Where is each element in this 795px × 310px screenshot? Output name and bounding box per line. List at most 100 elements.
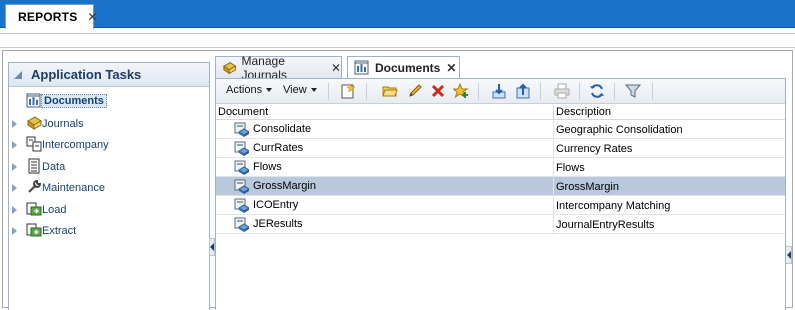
reports-tab-close-icon[interactable]: ✕ [87,10,97,24]
tree-item-journals[interactable]: Journals [9,113,209,135]
documents-icon [26,93,41,108]
close-tab-icon[interactable]: ✕ [446,61,456,75]
expand-arrow-icon[interactable] [12,162,17,171]
document-cell: GrossMargin [216,177,554,195]
chevron-down-icon [310,88,317,92]
tree-item-label: Journals [42,117,84,130]
document-cell: CurrRates [216,139,554,157]
toolbar-separator [579,83,580,100]
tree-item-load[interactable]: Load [9,199,209,221]
description-cell: Geographic Consolidation [556,124,683,136]
filter-icon[interactable] [625,83,641,99]
document-name: CurrRates [253,142,304,154]
document-cell: JEResults [216,215,554,233]
tree-item-label: Load [42,203,67,216]
application-tasks-header[interactable]: Application Tasks [9,63,209,87]
delete-icon[interactable] [430,83,446,99]
toolbar-separator [614,83,615,100]
toolbar-separator [478,83,479,100]
upload-icon[interactable] [515,83,531,99]
new-document-icon[interactable] [340,83,356,99]
tree-item-label: Extract [42,225,77,237]
toolbar-separator [652,83,653,100]
description-cell: GrossMargin [556,181,619,193]
document-cell: ICOEntry [216,196,554,214]
table-row[interactable]: Consolidate Geographic Consolidation [216,120,785,139]
tree-item-maintenance[interactable]: Maintenance [9,177,209,199]
tree-item-documents[interactable]: Documents [9,91,209,113]
report-document-icon [234,122,249,137]
toolbar-separator [328,83,329,100]
app-header-bar [0,0,795,28]
tab-label: Documents [375,61,441,75]
report-document-icon [234,160,249,175]
document-cell: Flows [216,158,554,176]
journals-icon [222,61,237,74]
documents-grid: Document Description Consolidate Geograp… [216,105,785,234]
table-row-selected[interactable]: GrossMargin GrossMargin [216,177,785,196]
description-cell: JournalEntryResults [556,219,655,231]
tree-item-label: Data [42,160,66,173]
expand-arrow-icon[interactable] [12,141,17,149]
intercompany-icon [26,136,42,152]
document-name: GrossMargin [253,180,316,192]
description-cell: Currency Rates [556,143,633,155]
description-cell: Flows [556,162,585,174]
table-row[interactable]: ICOEntry Intercompany Matching [216,196,785,215]
description-cell: Intercompany Matching [556,200,671,212]
actions-label: Actions [226,84,263,96]
grid-header: Document Description [216,105,785,120]
extract-icon [26,223,42,237]
wrench-icon [28,179,42,193]
collapse-panel-icon[interactable] [14,70,22,79]
table-row[interactable]: JEResults JournalEntryResults [216,215,785,234]
actions-menu-button[interactable]: Actions [226,84,273,96]
toolbar-separator [540,83,541,100]
column-header-description[interactable]: Description [554,105,785,119]
view-menu-button[interactable]: View [283,84,317,96]
expand-arrow-icon[interactable] [12,184,17,192]
document-name: JEResults [253,218,303,230]
tree-item-extract[interactable]: Extract [9,220,209,242]
application-tasks-title: Application Tasks [31,67,142,82]
tree-item-label: Intercompany [42,139,109,151]
open-folder-icon[interactable] [382,83,398,99]
tree-item-label: Documents [41,94,107,108]
report-document-icon [234,179,249,194]
add-favorite-icon[interactable] [453,83,469,99]
report-document-icon [234,198,249,213]
tab-documents[interactable]: Documents ✕ [347,56,460,79]
application-tasks-panel: Application Tasks Documents Journals Int… [8,62,210,310]
reports-tab-label: REPORTS [18,10,78,24]
report-document-icon [234,217,249,232]
column-header-document[interactable]: Document [216,105,554,119]
edit-pencil-icon[interactable] [407,83,423,99]
toolbar-separator [366,83,367,100]
documents-icon [354,60,369,75]
expand-arrow-icon[interactable] [12,119,17,128]
tree-item-label: Maintenance [42,182,105,194]
expand-arrow-icon[interactable] [12,205,17,214]
table-row[interactable]: CurrRates Currency Rates [216,139,785,158]
print-icon[interactable] [554,83,570,99]
tab-manage-journals[interactable]: Manage Journals ✕ [215,54,342,82]
tree-item-data[interactable]: Data [9,156,209,178]
download-icon[interactable] [491,83,507,99]
report-document-icon [234,141,249,156]
document-name: Consolidate [253,123,312,135]
expand-arrow-icon[interactable] [12,227,17,235]
refresh-icon[interactable] [589,83,605,99]
tree-item-intercompany[interactable]: Intercompany [9,134,209,156]
load-icon [26,202,42,215]
reports-tab[interactable]: REPORTS ✕ [5,4,97,29]
expand-right-pane-handle[interactable] [785,246,792,264]
table-row[interactable]: Flows Flows [216,158,785,177]
data-icon [28,158,40,173]
toolbar-strip [0,33,795,48]
documents-toolbar: Actions View [216,79,785,104]
document-name: ICOEntry [253,199,299,211]
document-tabs: Manage Journals ✕ Documents ✕ [215,54,787,82]
document-cell: Consolidate [216,120,554,138]
chevron-down-icon [266,88,273,92]
close-tab-icon[interactable]: ✕ [331,61,341,75]
